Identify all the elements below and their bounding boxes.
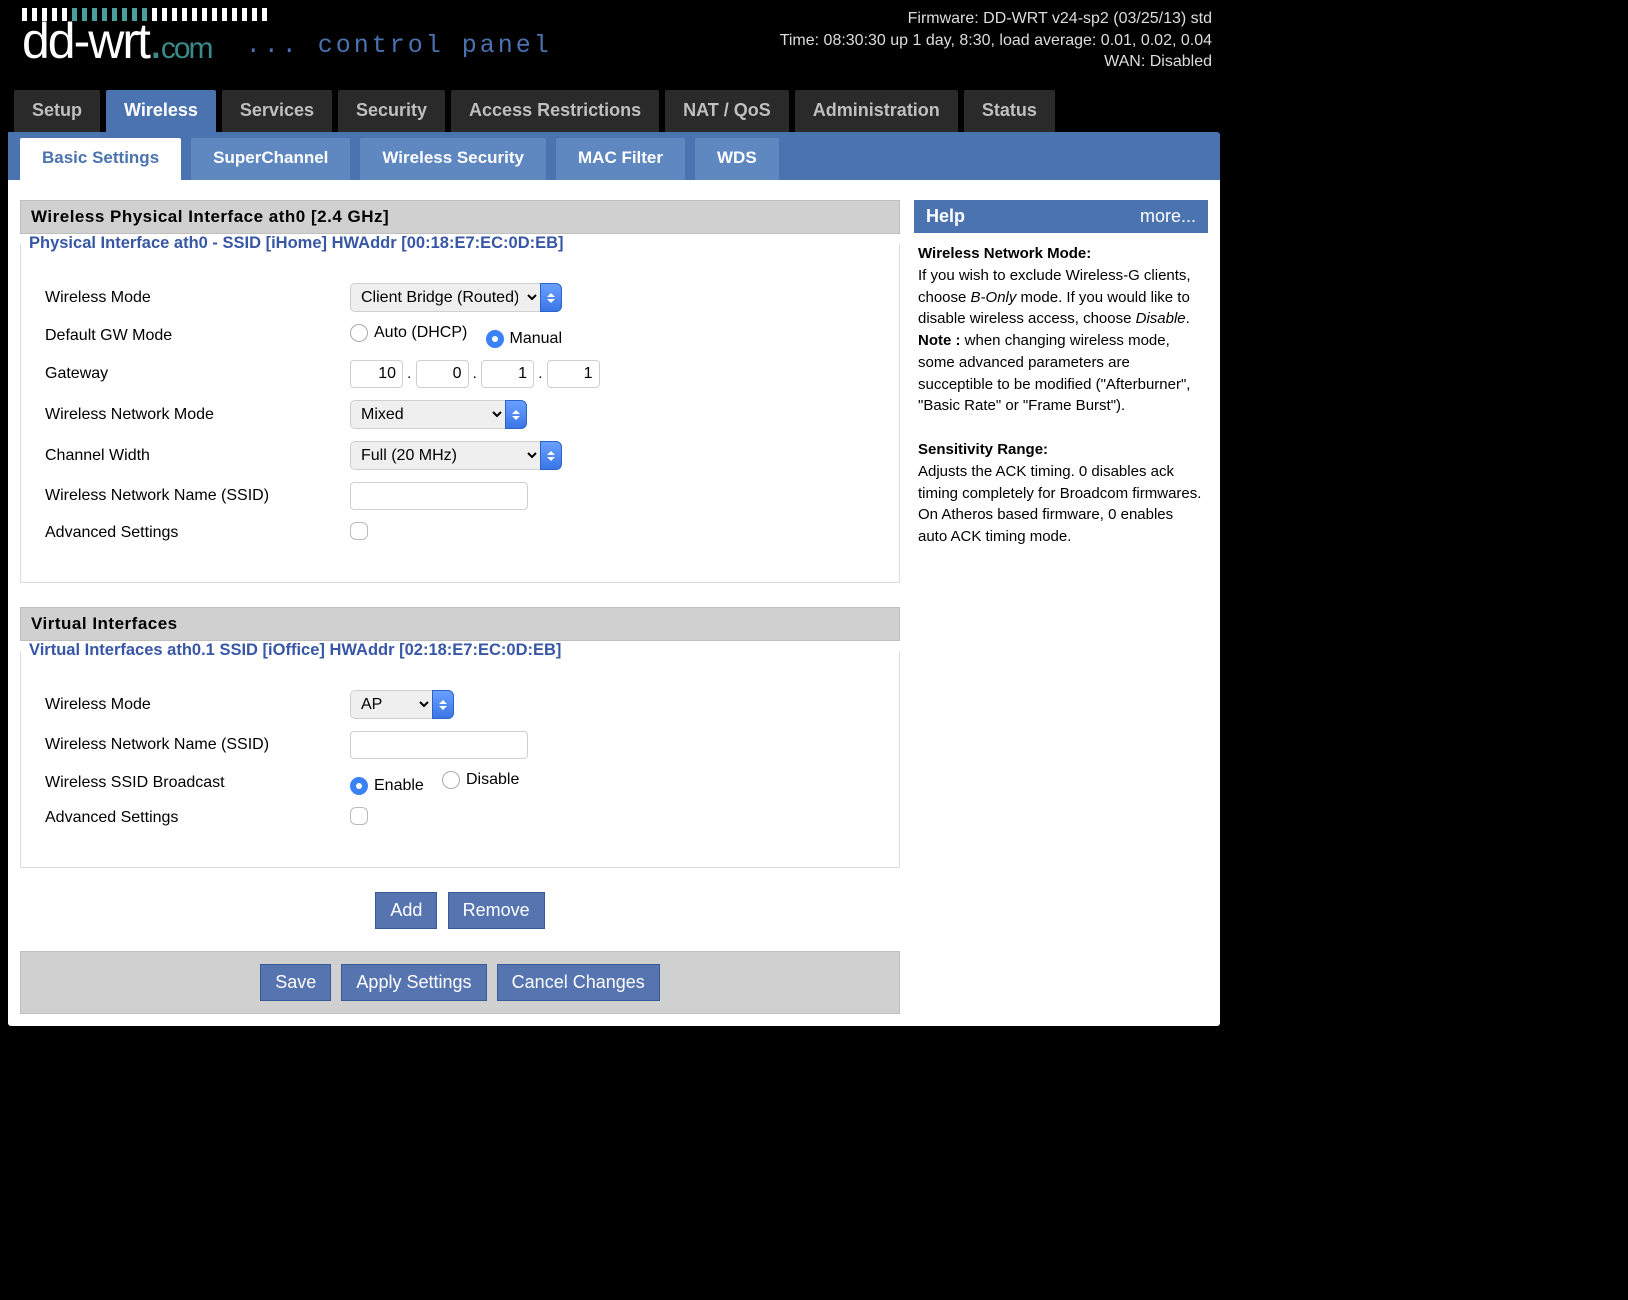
- gw-auto-radio[interactable]: Auto (DHCP): [350, 324, 467, 342]
- virtual-ssid-input[interactable]: [350, 731, 528, 759]
- help-heading-1: Wireless Network Mode:: [918, 245, 1091, 262]
- subtab-wireless-security[interactable]: Wireless Security: [360, 138, 546, 180]
- firmware-line: Firmware: DD-WRT v24-sp2 (03/25/13) std: [780, 8, 1212, 30]
- sub-tabs: Basic Settings SuperChannel Wireless Sec…: [8, 132, 1220, 180]
- advanced-settings-checkbox[interactable]: [350, 522, 368, 540]
- network-mode-select[interactable]: Mixed: [350, 400, 505, 429]
- select-arrow-icon[interactable]: [540, 441, 562, 470]
- section-physical-title: Wireless Physical Interface ath0 [2.4 GH…: [20, 200, 900, 234]
- gateway-octet-3[interactable]: [481, 360, 534, 388]
- virtual-ssid-label: Wireless Network Name (SSID): [45, 736, 350, 754]
- subtab-wds[interactable]: WDS: [695, 138, 779, 180]
- tagline: ... control panel: [246, 31, 552, 60]
- virtual-advanced-settings-checkbox[interactable]: [350, 807, 368, 825]
- virtual-wireless-mode-select[interactable]: AP: [350, 690, 432, 719]
- cancel-button[interactable]: Cancel Changes: [497, 964, 660, 1001]
- advanced-settings-label: Advanced Settings: [45, 524, 350, 542]
- gateway-octet-1[interactable]: [350, 360, 403, 388]
- tab-wireless[interactable]: Wireless: [106, 90, 216, 132]
- help-text: If you wish to exclude Wireless-G client…: [918, 267, 1191, 328]
- tab-nat-qos[interactable]: NAT / QoS: [665, 90, 789, 132]
- physical-interface-group: Physical Interface ath0 - SSID [iHome] H…: [20, 234, 900, 583]
- tab-security[interactable]: Security: [338, 90, 445, 132]
- virtual-advanced-settings-label: Advanced Settings: [45, 809, 350, 827]
- select-arrow-icon[interactable]: [505, 400, 527, 429]
- header-status: Firmware: DD-WRT v24-sp2 (03/25/13) std …: [780, 8, 1212, 73]
- virtual-wireless-mode-label: Wireless Mode: [45, 696, 350, 714]
- help-more-link[interactable]: more...: [1140, 206, 1196, 227]
- tab-services[interactable]: Services: [222, 90, 332, 132]
- physical-interface-legend: Physical Interface ath0 - SSID [iHome] H…: [23, 234, 570, 253]
- help-heading-2: Sensitivity Range:: [918, 441, 1048, 458]
- apply-button[interactable]: Apply Settings: [341, 964, 486, 1001]
- subtab-mac-filter[interactable]: MAC Filter: [556, 138, 685, 180]
- select-arrow-icon[interactable]: [540, 283, 562, 312]
- tab-administration[interactable]: Administration: [795, 90, 958, 132]
- subtab-basic-settings[interactable]: Basic Settings: [20, 138, 181, 180]
- select-arrow-icon[interactable]: [432, 690, 454, 719]
- help-note-label: Note :: [918, 332, 961, 349]
- ssid-input[interactable]: [350, 482, 528, 510]
- gateway-label: Gateway: [45, 365, 350, 383]
- wireless-mode-select[interactable]: Client Bridge (Routed): [350, 283, 540, 312]
- help-text-2: Adjusts the ACK timing. 0 disables ack t…: [918, 463, 1201, 545]
- ssid-label: Wireless Network Name (SSID): [45, 487, 350, 505]
- channel-width-select[interactable]: Full (20 MHz): [350, 441, 540, 470]
- tab-setup[interactable]: Setup: [14, 90, 100, 132]
- logo-text: dd-wrt.com: [22, 13, 212, 69]
- remove-button[interactable]: Remove: [448, 892, 545, 929]
- save-button[interactable]: Save: [260, 964, 331, 1001]
- wireless-mode-label: Wireless Mode: [45, 289, 350, 307]
- gateway-octet-4[interactable]: [547, 360, 600, 388]
- main-tabs: Setup Wireless Services Security Access …: [8, 90, 1220, 132]
- section-virtual-title: Virtual Interfaces: [20, 607, 900, 641]
- add-button[interactable]: Add: [375, 892, 437, 929]
- tab-access-restrictions[interactable]: Access Restrictions: [451, 90, 659, 132]
- time-line: Time: 08:30:30 up 1 day, 8:30, load aver…: [780, 30, 1212, 52]
- gw-manual-radio[interactable]: Manual: [486, 330, 562, 348]
- channel-width-label: Channel Width: [45, 447, 350, 465]
- virtual-interface-group: Virtual Interfaces ath0.1 SSID [iOffice]…: [20, 641, 900, 868]
- broadcast-disable-radio[interactable]: Disable: [442, 771, 519, 789]
- default-gw-mode-label: Default GW Mode: [45, 327, 350, 345]
- help-title: Help: [926, 206, 965, 227]
- network-mode-label: Wireless Network Mode: [45, 406, 350, 424]
- help-header: Help more...: [914, 200, 1208, 233]
- broadcast-enable-radio[interactable]: Enable: [350, 777, 424, 795]
- gateway-octet-2[interactable]: [416, 360, 469, 388]
- tab-status[interactable]: Status: [964, 90, 1055, 132]
- virtual-interface-legend: Virtual Interfaces ath0.1 SSID [iOffice]…: [23, 641, 567, 660]
- ssid-broadcast-label: Wireless SSID Broadcast: [45, 774, 350, 792]
- wan-line: WAN: Disabled: [780, 51, 1212, 73]
- subtab-superchannel[interactable]: SuperChannel: [191, 138, 350, 180]
